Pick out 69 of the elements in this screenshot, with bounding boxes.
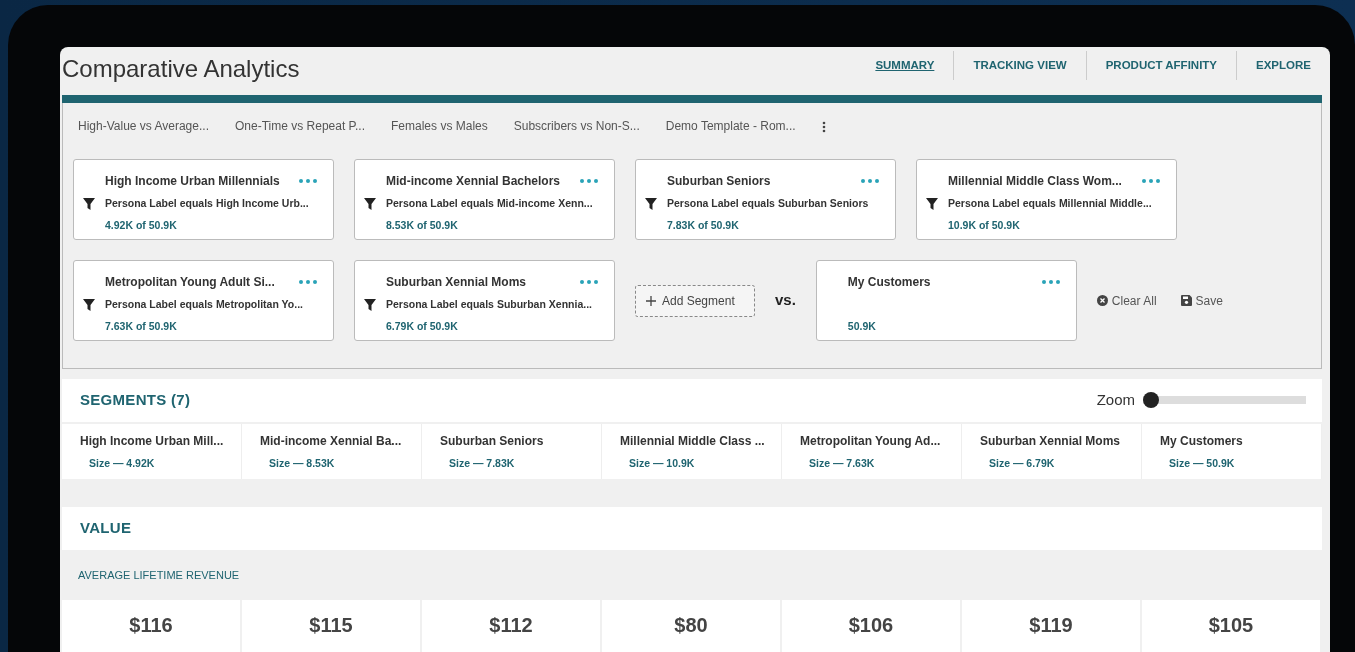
segment-name: My Customers <box>847 274 931 291</box>
template-tab[interactable]: Subscribers vs Non-S... <box>508 117 645 135</box>
versus-label: vs. <box>775 290 796 311</box>
filter-rule: Persona Label equals Metropolitan Yo... <box>105 297 304 312</box>
plus-icon <box>646 295 656 306</box>
segment-name: Metropolitan Young Adult Si... <box>105 274 275 291</box>
filter-icon <box>364 198 376 210</box>
segment-count: 6.79K of 50.9K <box>386 318 459 334</box>
metric-label: AVERAGE LIFETIME REVENUE <box>78 568 240 581</box>
zoom-label: Zoom <box>1096 390 1135 410</box>
nav-tab[interactable]: EXPLORE <box>1236 51 1330 81</box>
segment-name: My Customers <box>1160 432 1244 450</box>
segment-size: Size — 4.92K <box>88 455 156 471</box>
segment-name: High Income Urban Mill... <box>80 432 225 450</box>
segment-name: Mid-income Xennial Ba... <box>260 432 403 450</box>
segment-size: Size — 10.9K <box>628 455 696 471</box>
filter-rule: Persona Label equals Millennial Middle... <box>948 196 1153 211</box>
segment-name: Suburban Xennial Moms <box>386 274 526 291</box>
segment-size: Size — 8.53K <box>268 455 336 471</box>
filter-icon <box>926 198 938 210</box>
value-cell: $80 <box>602 600 782 652</box>
segment-name: Metropolitan Young Ad... <box>800 432 942 450</box>
filter-rule: Persona Label equals High Income Urb... <box>105 196 310 211</box>
template-tab[interactable]: High-Value vs Average... <box>73 117 214 135</box>
value-cell: $119 <box>962 600 1142 652</box>
segment-size: Size — 50.9K <box>1168 455 1236 471</box>
segment-count: 4.92K of 50.9K <box>105 217 178 233</box>
nav-tab[interactable]: TRACKING VIEW <box>953 51 1086 81</box>
segment-size: Size — 7.63K <box>808 455 876 471</box>
nav-tab[interactable]: SUMMARY <box>856 51 954 81</box>
save-icon <box>1180 295 1192 306</box>
segment-count: 8.53K of 50.9K <box>386 217 459 233</box>
section-heading: SEGMENTS (7) <box>79 390 192 410</box>
filter-rule: Persona Label equals Mid-income Xenn... <box>386 196 594 211</box>
segment-name: Suburban Xennial Moms <box>980 432 1121 450</box>
save-button[interactable]: Save <box>1180 291 1223 310</box>
segment-count: 7.83K of 50.9K <box>667 217 740 233</box>
segment-name: Millennial Middle Class ... <box>620 432 766 450</box>
page-title: Comparative Analytics <box>61 54 300 84</box>
filter-rule: Persona Label equals Suburban Xennia... <box>386 297 593 312</box>
value-cell: $105 <box>1142 600 1322 652</box>
segment-count: 10.9K of 50.9K <box>948 217 1021 233</box>
filter-icon <box>83 198 95 210</box>
filter-icon <box>364 299 376 311</box>
segment-name: High Income Urban Millennials <box>105 173 280 190</box>
value-cell: $106 <box>782 600 962 652</box>
segment-name: Suburban Seniors <box>440 432 545 450</box>
filter-icon <box>83 299 95 311</box>
section-heading: VALUE <box>79 518 133 539</box>
template-tab[interactable]: One-Time vs Repeat P... <box>229 117 371 135</box>
segment-name: Millennial Middle Class Wom... <box>948 173 1122 190</box>
value-cell: $112 <box>422 600 602 652</box>
segment-size: Size — 7.83K <box>448 455 516 471</box>
clear-all-button[interactable]: Clear All <box>1096 291 1157 310</box>
filter-icon <box>645 198 657 210</box>
segment-count: 7.63K of 50.9K <box>105 318 178 334</box>
add-segment-button[interactable]: Add Segment <box>635 284 755 317</box>
template-tab[interactable]: Females vs Males <box>386 117 493 135</box>
kebab-icon <box>821 120 826 133</box>
value-cell: $116 <box>62 600 242 652</box>
template-tab[interactable]: Demo Template - Rom... <box>660 117 801 135</box>
nav-tab[interactable]: PRODUCT AFFINITY <box>1085 51 1237 81</box>
close-icon <box>1096 295 1108 306</box>
filter-rule: Persona Label equals Suburban Seniors <box>667 196 870 211</box>
segment-count: 50.9K <box>847 318 877 334</box>
segment-name: Mid-income Xennial Bachelors <box>386 173 561 190</box>
segment-size: Size — 6.79K <box>988 455 1056 471</box>
value-cell: $115 <box>242 600 422 652</box>
segment-name: Suburban Seniors <box>667 173 771 190</box>
